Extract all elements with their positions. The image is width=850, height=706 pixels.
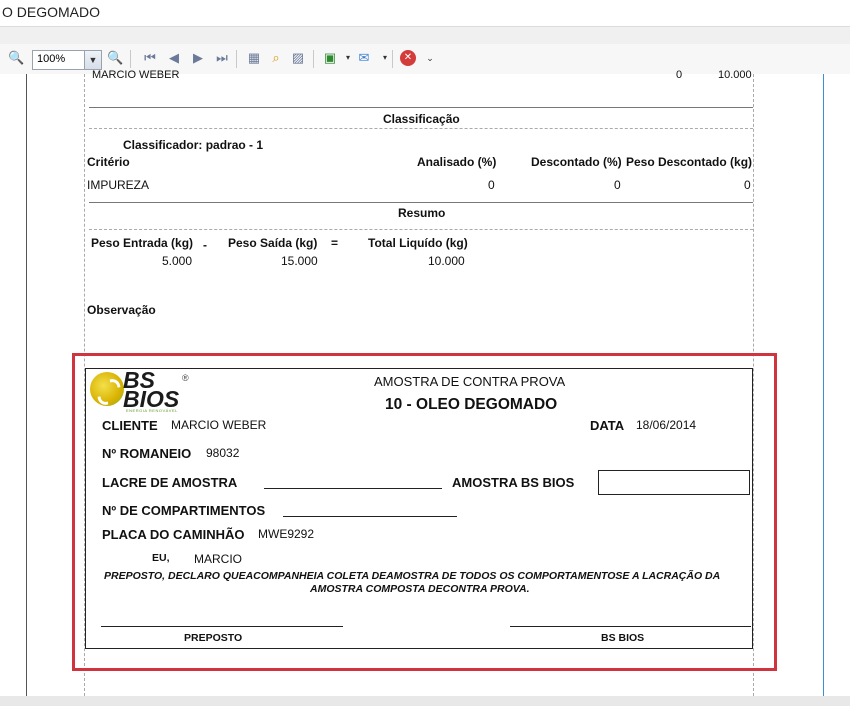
header-peso-descontado: Peso Descontado (kg) bbox=[626, 155, 753, 169]
zoom-select[interactable]: 100% ▼ bbox=[32, 50, 102, 70]
partial-client-name: MARCIO WEBER bbox=[92, 69, 180, 81]
horizontal-scrollbar[interactable] bbox=[0, 696, 850, 706]
header-descontado: Descontado (%) bbox=[531, 155, 622, 169]
peso-entrada-label: Peso Entrada (kg) bbox=[91, 236, 194, 250]
toolbar-separator bbox=[236, 50, 237, 68]
close-report-icon[interactable]: ✕ bbox=[400, 50, 416, 66]
lacre-label: LACRE DE AMOSTRA bbox=[102, 475, 238, 490]
romaneio-label: Nº ROMANEIO bbox=[102, 446, 192, 461]
divider bbox=[89, 202, 753, 203]
find-icon[interactable]: ⌕ bbox=[268, 50, 284, 66]
header-criterio: Critério bbox=[87, 155, 130, 169]
total-liquido-value: 10.000 bbox=[428, 254, 465, 268]
window-titlebar: O DEGOMADO bbox=[0, 0, 850, 27]
logo-tagline: ENERGIA RENOVÁVEL bbox=[126, 408, 178, 413]
sig-preposto-label: PREPOSTO bbox=[184, 632, 243, 644]
romaneio-value: 98032 bbox=[206, 446, 240, 460]
cliente-value: MARCIO WEBER bbox=[171, 418, 267, 432]
peso-entrada-value: 5.000 bbox=[162, 254, 193, 268]
chevron-down-icon[interactable]: ▾ bbox=[340, 50, 356, 66]
zoom-in-icon[interactable]: 🔍 bbox=[107, 50, 123, 66]
compartimentos-input-line[interactable] bbox=[283, 516, 457, 517]
data-label: DATA bbox=[590, 418, 625, 433]
total-liquido-label: Total Liquído (kg) bbox=[368, 236, 468, 250]
logo-line-2: BIOS bbox=[123, 386, 180, 412]
minus-sign: - bbox=[203, 238, 207, 252]
first-page-icon[interactable]: ⏮ bbox=[142, 50, 158, 66]
peso-saida-value: 15.000 bbox=[281, 254, 318, 268]
divider bbox=[89, 229, 753, 230]
toolbar-separator bbox=[130, 50, 131, 68]
signature-line-preposto bbox=[101, 626, 343, 627]
row-analisado: 0 bbox=[488, 178, 495, 192]
placa-label: PLACA DO CAMINHÃO bbox=[102, 527, 245, 542]
amostra-bs-box[interactable] bbox=[598, 470, 750, 495]
chevron-down-icon[interactable]: ▼ bbox=[84, 51, 101, 69]
partial-value-2: 10.000 bbox=[718, 69, 752, 81]
sig-bsbios-label: BS BIOS bbox=[601, 632, 645, 644]
compartimentos-label: Nº DE COMPARTIMENTOS bbox=[102, 503, 266, 518]
toolbar-separator bbox=[313, 50, 314, 68]
peso-saida-label: Peso Saída (kg) bbox=[228, 236, 318, 250]
divider bbox=[89, 107, 753, 108]
registered-icon: ® bbox=[182, 373, 189, 383]
divider bbox=[89, 128, 753, 129]
signature-line-bsbios bbox=[510, 626, 751, 627]
window-title: O DEGOMADO bbox=[2, 4, 101, 20]
chevron-down-icon[interactable]: ▾ bbox=[377, 50, 393, 66]
lacre-input-line[interactable] bbox=[264, 488, 442, 489]
classificacao-title: Classificação bbox=[383, 112, 460, 126]
previous-page-icon[interactable]: ◀ bbox=[166, 50, 182, 66]
partial-value-1: 0 bbox=[676, 69, 683, 81]
toolbar-separator bbox=[392, 50, 393, 68]
classificador-label: Classificador: padrao - 1 bbox=[123, 138, 264, 152]
export-icon[interactable]: ▣ bbox=[322, 50, 338, 66]
equals-sign: = bbox=[331, 236, 339, 250]
zoom-out-icon[interactable]: 🔍 bbox=[8, 50, 24, 66]
placa-value: MWE9292 bbox=[258, 527, 315, 541]
email-icon[interactable]: ✉ bbox=[356, 50, 372, 66]
page-right-edge bbox=[823, 74, 824, 696]
bsbios-logo-text: BS BIOS bbox=[123, 369, 180, 412]
zoom-value: 100% bbox=[37, 53, 66, 65]
declaration-line-2: AMOSTRA COMPOSTA DECONTRA PROVA. bbox=[310, 583, 530, 595]
observacao-label: Observação bbox=[87, 303, 156, 317]
page-setup-icon[interactable]: ▨ bbox=[290, 50, 306, 66]
bookmark-icon[interactable]: ▦ bbox=[246, 50, 262, 66]
last-page-icon[interactable]: ⏭ bbox=[214, 50, 230, 66]
eu-label: EU, bbox=[152, 552, 170, 564]
amostra-bs-label: AMOSTRA BS BIOS bbox=[452, 475, 575, 490]
next-page-icon[interactable]: ▶ bbox=[190, 50, 206, 66]
card-product: 10 - OLEO DEGOMADO bbox=[385, 396, 558, 413]
data-value: 18/06/2014 bbox=[636, 418, 697, 432]
chevron-down-icon[interactable]: ⌄ bbox=[422, 50, 438, 66]
resumo-title: Resumo bbox=[398, 206, 446, 220]
row-descontado: 0 bbox=[614, 178, 621, 192]
declaration-line-1: PREPOSTO, DECLARO QUEACOMPANHEIA COLETA … bbox=[104, 570, 721, 582]
row-peso-descontado: 0 bbox=[744, 178, 751, 192]
card-heading: AMOSTRA DE CONTRA PROVA bbox=[374, 374, 566, 389]
header-analisado: Analisado (%) bbox=[417, 155, 497, 169]
cliente-label: CLIENTE bbox=[102, 418, 158, 433]
eu-value: MARCIO bbox=[194, 552, 242, 566]
page-left-edge bbox=[26, 74, 27, 696]
row-criterio: IMPUREZA bbox=[87, 178, 150, 192]
